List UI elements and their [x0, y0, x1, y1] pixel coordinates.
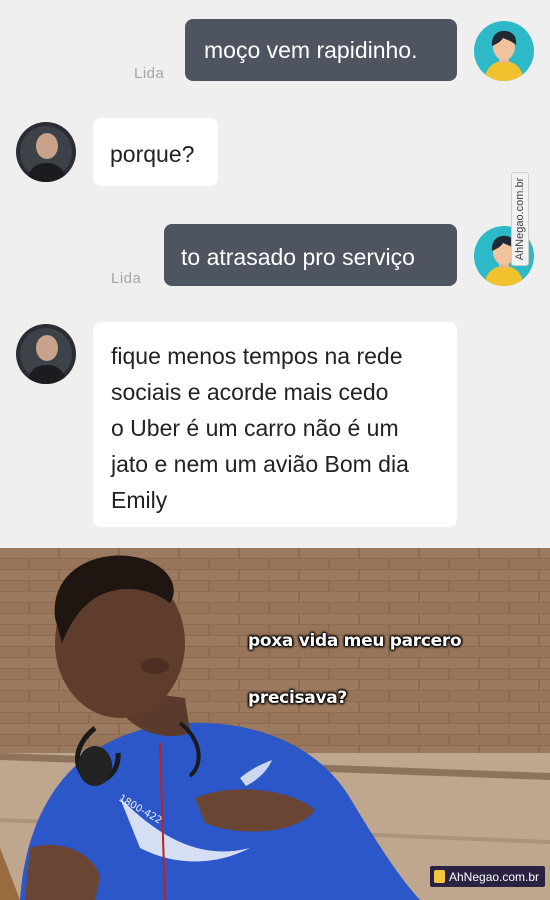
message-line: fique menos tempos na rede	[111, 343, 403, 369]
read-status: Lida	[111, 270, 142, 287]
message-text: to atrasado pro serviço	[181, 244, 415, 270]
message-line: sociais e acorde mais cedo	[111, 379, 389, 405]
outgoing-message[interactable]: to atrasado pro serviço	[164, 224, 457, 286]
message-text: moço vem rapidinho.	[204, 37, 418, 63]
outgoing-message[interactable]: moço vem rapidinho.	[185, 19, 457, 81]
chat-screen: moço vem rapidinho. Lida porque? to atra…	[0, 0, 550, 548]
meme-caption: precisava?	[248, 688, 347, 708]
message-line: Emily	[111, 487, 168, 513]
message-text: porque?	[110, 141, 195, 167]
meme-caption: poxa vida meu parcero	[248, 631, 462, 651]
read-status: Lida	[134, 65, 165, 82]
side-watermark: AhNegao.com.br	[511, 172, 529, 266]
meme-photo: poxa vida meu parcero precisava? 1800-42…	[0, 548, 550, 900]
incoming-message[interactable]: fique menos tempos na rede sociais e aco…	[93, 322, 457, 527]
site-logo-icon	[434, 870, 445, 883]
bottom-watermark: AhNegao.com.br	[430, 866, 546, 887]
contact-avatar-icon[interactable]	[16, 122, 76, 182]
incoming-message[interactable]: porque?	[93, 118, 218, 186]
message-line: jato e nem um avião Bom dia	[111, 451, 409, 477]
user-avatar-icon[interactable]	[474, 21, 534, 81]
message-line: o Uber é um carro não é um	[111, 415, 399, 441]
contact-avatar-icon[interactable]	[16, 324, 76, 384]
